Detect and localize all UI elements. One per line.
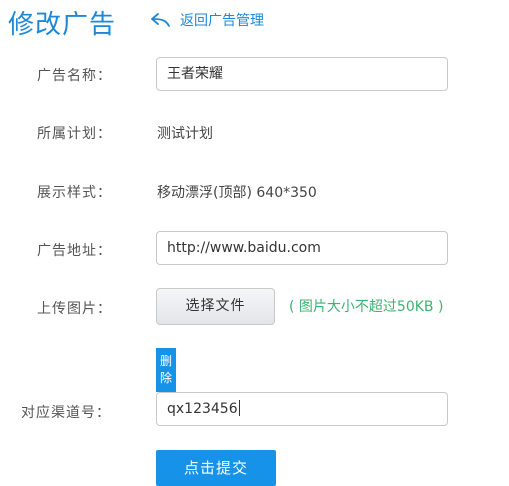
page-title: 修改广告 (8, 10, 117, 40)
back-link-label: 返回广告管理 (180, 13, 264, 29)
delete-char-1: 删 (159, 354, 172, 368)
url-value: http://www.baidu.com (167, 240, 321, 256)
back-arrow-icon (150, 12, 172, 28)
delete-char-2: 除 (159, 371, 172, 385)
delete-image-button[interactable]: 删 除 (156, 348, 176, 392)
text-caret (238, 400, 240, 416)
channel-value: qx123456 (167, 401, 238, 417)
plan-value: 测试计划 (157, 126, 213, 142)
submit-button[interactable]: 点击提交 (156, 450, 276, 486)
channel-input[interactable]: qx123456 (156, 392, 448, 426)
back-link[interactable]: 返回广告管理 (150, 10, 264, 30)
url-input[interactable]: http://www.baidu.com (156, 231, 448, 265)
image-label: 上传图片： (37, 301, 112, 317)
image-size-hint: ( 图片大小不超过50KB ) (289, 299, 444, 315)
channel-label: 对应渠道号： (21, 405, 111, 421)
style-label: 展示样式： (37, 185, 112, 201)
style-value: 移动漂浮(顶部) 640*350 (157, 185, 317, 201)
ad-name-input[interactable]: 王者荣耀 (156, 57, 448, 91)
url-label: 广告地址： (37, 243, 112, 259)
ad-name-label: 广告名称： (37, 68, 112, 84)
plan-label: 所属计划： (37, 126, 112, 142)
ad-name-value: 王者荣耀 (167, 66, 223, 82)
choose-file-button[interactable]: 选择文件 (156, 288, 275, 325)
